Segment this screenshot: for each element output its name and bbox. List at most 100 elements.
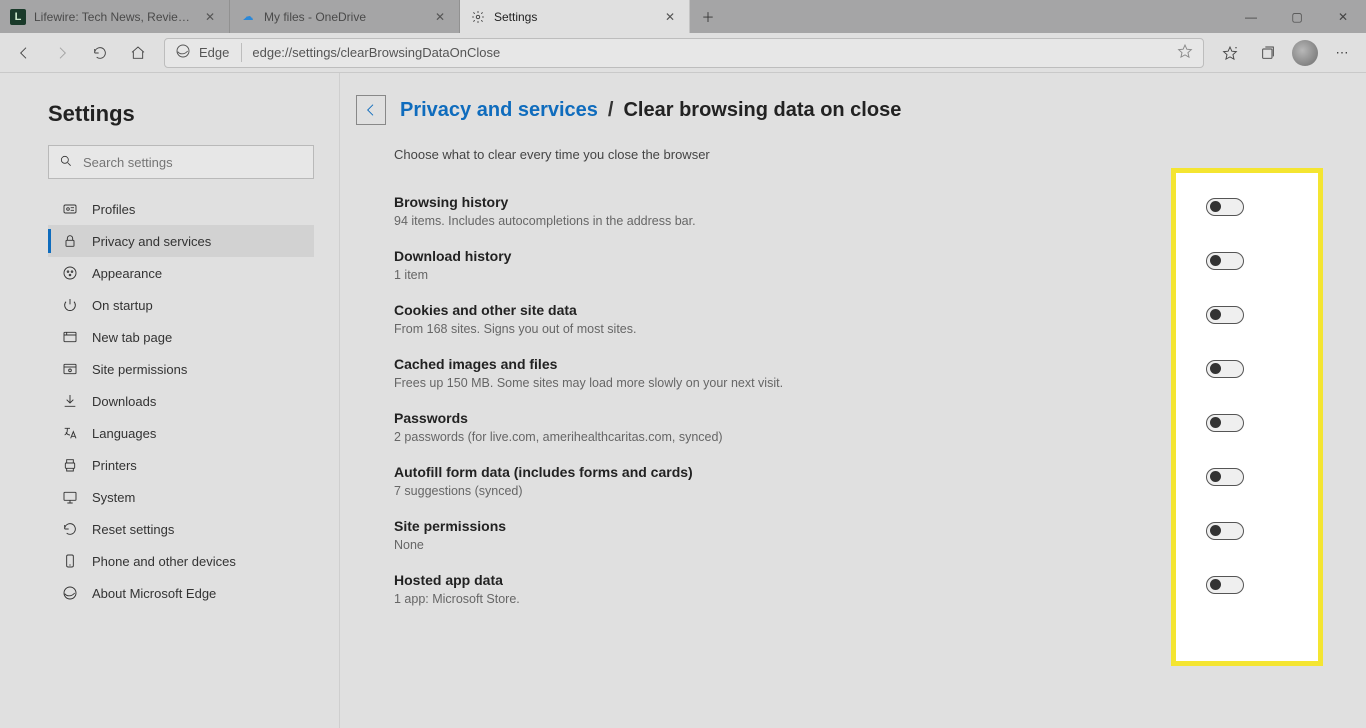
content-area: Settings Profiles Privacy and services App… — [0, 73, 1366, 728]
maximize-button[interactable]: ▢ — [1274, 0, 1320, 33]
sidebar-item-label: About Microsoft Edge — [92, 586, 216, 601]
breadcrumb-sep: / — [608, 99, 614, 122]
settings-search[interactable] — [48, 145, 314, 179]
settings-main: Privacy and services / Clear browsing da… — [340, 73, 1366, 728]
edge-icon — [175, 43, 191, 62]
setting-desc: 1 item — [394, 268, 511, 282]
page-subtitle: Choose what to clear every time you clos… — [394, 147, 1326, 162]
more-button[interactable]: ⋯ — [1324, 37, 1360, 69]
lang-icon — [62, 425, 78, 441]
sidebar-item-label: Privacy and services — [92, 234, 211, 249]
tab-label: My files - OneDrive — [264, 10, 427, 24]
window-controls: — ▢ ✕ — [1228, 0, 1366, 33]
power-icon — [62, 297, 78, 313]
sidebar-item-profiles[interactable]: Profiles — [48, 193, 314, 225]
setting-row: Site permissionsNone — [394, 508, 1244, 562]
address-bar[interactable]: Edge edge://settings/clearBrowsingDataOn… — [164, 38, 1204, 68]
new-tab-button[interactable]: ＋ — [690, 0, 726, 33]
tab-label: Lifewire: Tech News, Reviews, He — [34, 10, 197, 24]
setting-desc: Frees up 150 MB. Some sites may load mor… — [394, 376, 783, 390]
gear-icon — [470, 9, 486, 25]
setting-list: Browsing history94 items. Includes autoc… — [394, 184, 1244, 616]
close-icon[interactable]: ✕ — [665, 10, 679, 24]
setting-row: Autofill form data (includes forms and c… — [394, 454, 1244, 508]
toggle-knob — [1210, 201, 1221, 212]
collections-button[interactable] — [1250, 37, 1286, 69]
siteperm-icon — [62, 361, 78, 377]
search-input[interactable] — [83, 155, 303, 170]
breadcrumb-current: Clear browsing data on close — [623, 99, 901, 122]
reset-icon — [62, 521, 78, 537]
sidebar-item-label: New tab page — [92, 330, 172, 345]
sidebar-item-languages[interactable]: Languages — [48, 417, 314, 449]
toggle-knob — [1210, 255, 1221, 266]
sidebar-item-system[interactable]: System — [48, 481, 314, 513]
close-window-button[interactable]: ✕ — [1320, 0, 1366, 33]
close-icon[interactable]: ✕ — [435, 10, 449, 24]
toggle-switch[interactable] — [1206, 414, 1244, 432]
lifewire-icon: L — [10, 9, 26, 25]
settings-nav: Profiles Privacy and services Appearance On… — [48, 193, 339, 609]
minimize-button[interactable]: — — [1228, 0, 1274, 33]
setting-title: Autofill form data (includes forms and c… — [394, 464, 693, 480]
toggle-switch[interactable] — [1206, 306, 1244, 324]
sidebar-item-label: Printers — [92, 458, 137, 473]
tab-onedrive[interactable]: ☁ My files - OneDrive ✕ — [230, 0, 460, 33]
back-button[interactable] — [6, 37, 42, 69]
sidebar-item-privacy-and-services[interactable]: Privacy and services — [48, 225, 314, 257]
sidebar-item-label: Profiles — [92, 202, 135, 217]
setting-title: Cookies and other site data — [394, 302, 636, 318]
star-outline-icon[interactable] — [1177, 43, 1193, 62]
sidebar-item-about-microsoft-edge[interactable]: About Microsoft Edge — [48, 577, 314, 609]
sidebar-item-on-startup[interactable]: On startup — [48, 289, 314, 321]
profile-avatar[interactable] — [1292, 40, 1318, 66]
refresh-button[interactable] — [82, 37, 118, 69]
setting-desc: 2 passwords (for live.com, amerihealthca… — [394, 430, 723, 444]
favorites-button[interactable] — [1212, 37, 1248, 69]
breadcrumb-link[interactable]: Privacy and services — [400, 99, 598, 122]
home-button[interactable] — [120, 37, 156, 69]
setting-row: Hosted app data1 app: Microsoft Store. — [394, 562, 1244, 616]
toggle-switch[interactable] — [1206, 468, 1244, 486]
sidebar-item-label: Languages — [92, 426, 156, 441]
setting-desc: 94 items. Includes autocompletions in th… — [394, 214, 696, 228]
sidebar-item-label: Phone and other devices — [92, 554, 236, 569]
highlight-box — [1176, 173, 1318, 661]
sidebar-item-appearance[interactable]: Appearance — [48, 257, 314, 289]
toolbar: Edge edge://settings/clearBrowsingDataOn… — [0, 33, 1366, 73]
setting-title: Hosted app data — [394, 572, 520, 588]
close-icon[interactable]: ✕ — [205, 10, 219, 24]
setting-desc: None — [394, 538, 506, 552]
sidebar-item-label: Appearance — [92, 266, 162, 281]
sidebar-item-label: Reset settings — [92, 522, 174, 537]
sidebar-item-printers[interactable]: Printers — [48, 449, 314, 481]
sidebar-item-reset-settings[interactable]: Reset settings — [48, 513, 314, 545]
toggle-switch[interactable] — [1206, 522, 1244, 540]
sidebar-item-downloads[interactable]: Downloads — [48, 385, 314, 417]
tab-lifewire[interactable]: L Lifewire: Tech News, Reviews, He ✕ — [0, 0, 230, 33]
setting-row: Cached images and filesFrees up 150 MB. … — [394, 346, 1244, 400]
setting-desc: 7 suggestions (synced) — [394, 484, 693, 498]
setting-row: Download history1 item — [394, 238, 1244, 292]
toggle-knob — [1210, 525, 1221, 536]
sidebar-item-new-tab-page[interactable]: New tab page — [48, 321, 314, 353]
setting-row: Passwords2 passwords (for live.com, amer… — [394, 400, 1244, 454]
forward-button[interactable] — [44, 37, 80, 69]
toggle-switch[interactable] — [1206, 360, 1244, 378]
toggle-switch[interactable] — [1206, 198, 1244, 216]
sidebar-item-label: Site permissions — [92, 362, 187, 377]
sidebar-item-label: System — [92, 490, 135, 505]
toggle-knob — [1210, 579, 1221, 590]
profile-icon — [62, 201, 78, 217]
toggle-switch[interactable] — [1206, 576, 1244, 594]
toggle-switch[interactable] — [1206, 252, 1244, 270]
tab-settings[interactable]: Settings ✕ — [460, 0, 690, 33]
settings-title: Settings — [48, 101, 339, 127]
toggle-knob — [1210, 309, 1221, 320]
sidebar-item-phone-and-other-devices[interactable]: Phone and other devices — [48, 545, 314, 577]
titlebar: L Lifewire: Tech News, Reviews, He ✕ ☁ M… — [0, 0, 1366, 33]
breadcrumb-back-button[interactable] — [356, 95, 386, 125]
sidebar-item-site-permissions[interactable]: Site permissions — [48, 353, 314, 385]
lock-icon — [62, 233, 78, 249]
newtab-icon — [62, 329, 78, 345]
